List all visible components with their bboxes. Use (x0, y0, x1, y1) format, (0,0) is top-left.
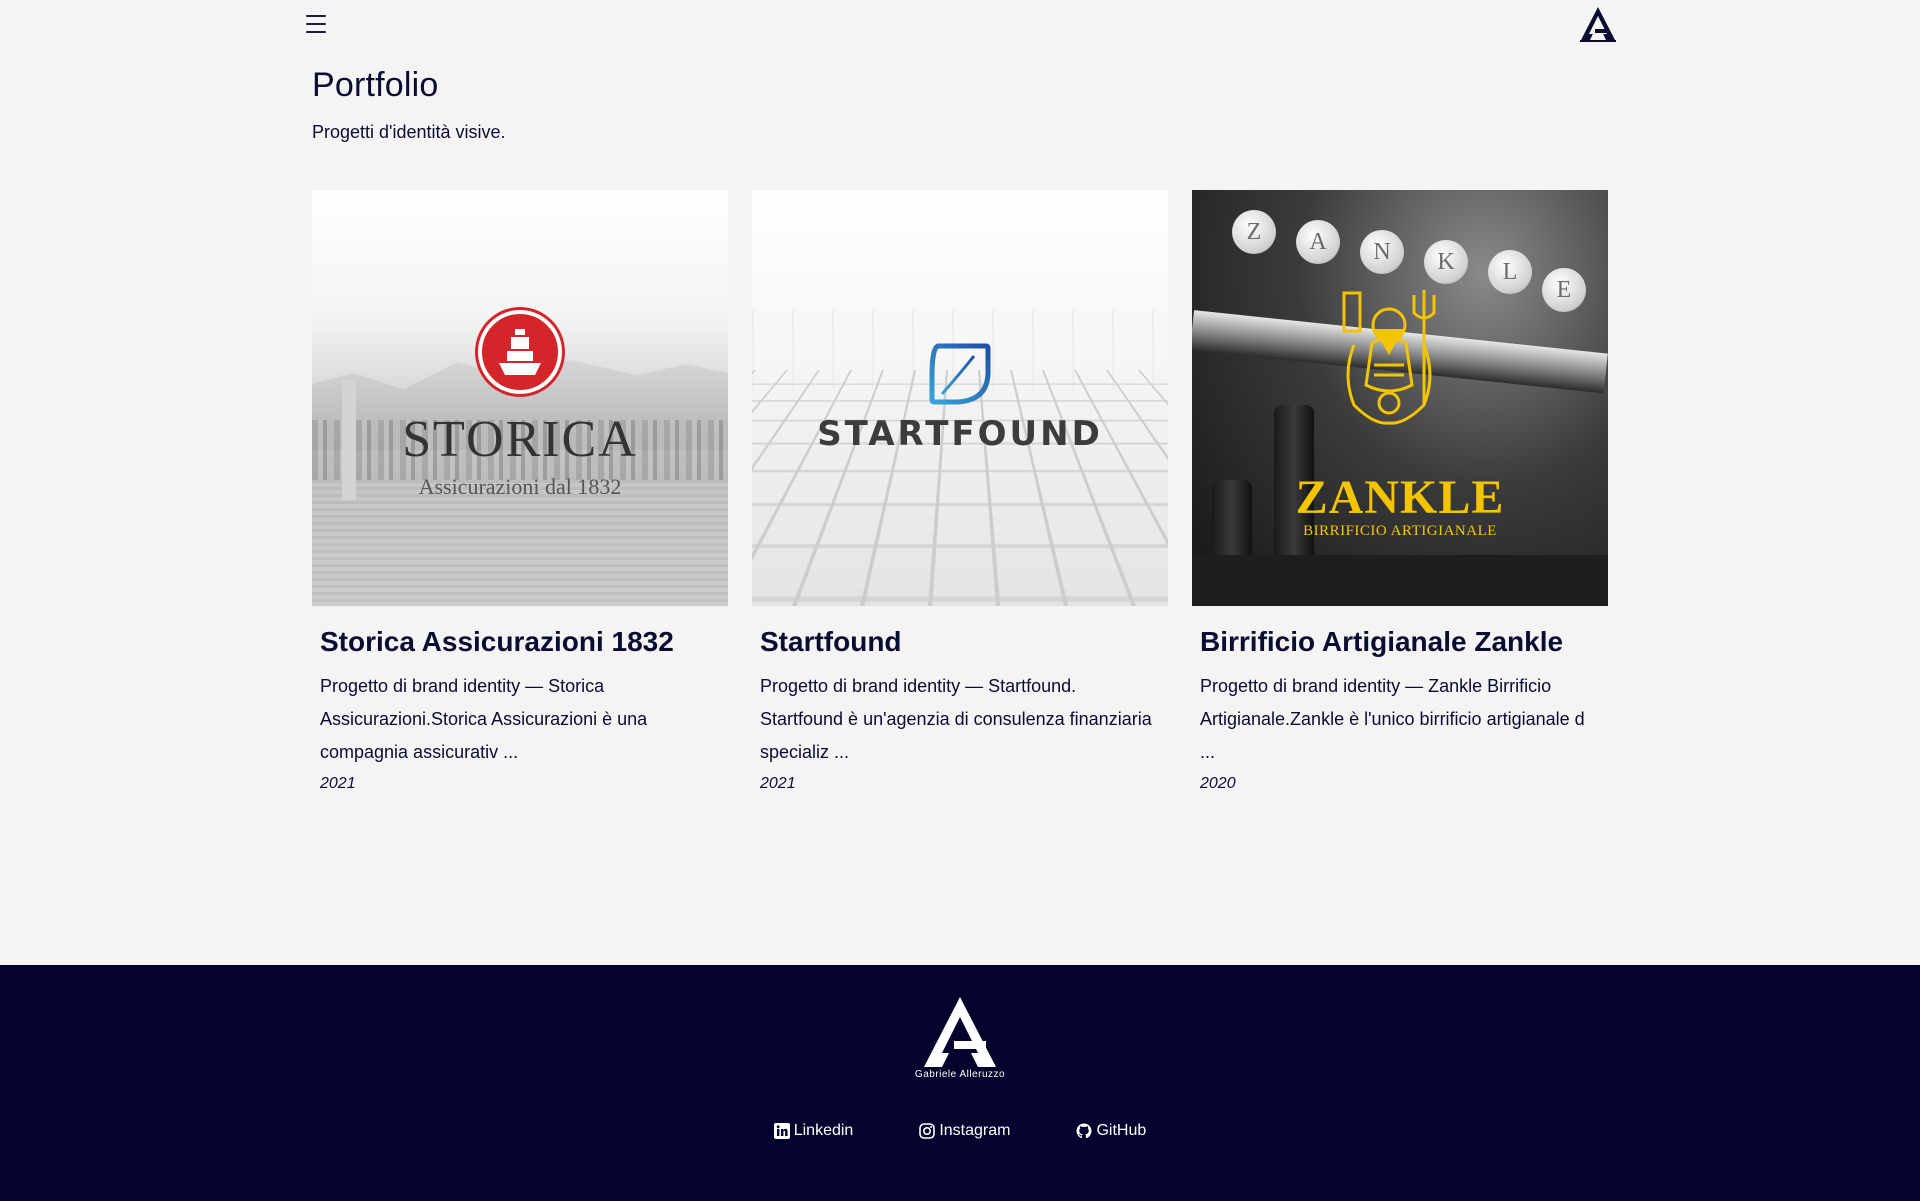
linkedin-icon (773, 1123, 790, 1139)
ship-emblem-icon (478, 310, 562, 394)
card-body: Storica Assicurazioni 1832 Progetto di b… (312, 606, 728, 793)
footer-brand: Gabriele Alleruzzo (914, 1069, 1006, 1080)
portfolio-grid: STORICA Assicurazioni dal 1832 Storica A… (312, 190, 1608, 793)
top-bar (0, 0, 1920, 50)
poseidon-emblem-icon (1342, 290, 1436, 425)
github-label: GitHub (1096, 1122, 1147, 1139)
card-body: Startfound Progetto di brand identity — … (752, 606, 1168, 793)
hamburger-menu-icon[interactable] (302, 12, 330, 36)
leaf-logo-icon (929, 343, 991, 405)
project-title[interactable]: Startfound (760, 626, 1160, 658)
page-subtitle: Progetti d'identità visive. (312, 122, 506, 142)
tap-handle: A (1296, 220, 1340, 264)
project-year: 2020 (1200, 775, 1236, 792)
footer: Gabriele Alleruzzo Linkedin Instagram Gi (0, 965, 1920, 1201)
tap-handle: E (1542, 268, 1586, 312)
project-title[interactable]: Birrificio Artigianale Zankle (1200, 626, 1600, 658)
tap-handle: L (1488, 250, 1532, 294)
project-card-startfound[interactable]: STARTFOUND Startfound Progetto di brand … (752, 190, 1168, 793)
github-icon (1076, 1123, 1092, 1139)
social-links: Linkedin Instagram GitHub (0, 1122, 1920, 1140)
instagram-link[interactable]: Instagram (919, 1122, 1010, 1140)
image-counter (1192, 555, 1608, 606)
instagram-icon (919, 1123, 936, 1139)
zankle-tagline: BIRRIFICIO ARTIGIANALE (1303, 523, 1497, 539)
project-card-storica[interactable]: STORICA Assicurazioni dal 1832 Storica A… (312, 190, 728, 793)
storica-tagline: Assicurazioni dal 1832 (418, 474, 622, 499)
project-image-startfound[interactable]: STARTFOUND (752, 190, 1168, 606)
ag-logo-icon[interactable] (1578, 4, 1618, 44)
instagram-label: Instagram (939, 1122, 1011, 1139)
project-year: 2021 (320, 775, 356, 792)
github-link[interactable]: GitHub (1076, 1122, 1146, 1140)
storica-wordmark: STORICA (402, 411, 638, 468)
tap-handle: K (1424, 240, 1468, 284)
project-description: Progetto di brand identity — Startfound.… (760, 676, 1152, 762)
project-image-zankle[interactable]: Z A N K L E ZANKLE BIRRIFICIO ARTIGIANAL… (1192, 190, 1608, 606)
page-title: Portfolio (312, 66, 439, 104)
linkedin-label: Linkedin (793, 1122, 854, 1139)
tap-handle: N (1360, 230, 1404, 274)
card-body: Birrificio Artigianale Zankle Progetto d… (1192, 606, 1608, 793)
linkedin-link[interactable]: Linkedin (773, 1122, 854, 1140)
project-image-storica[interactable]: STORICA Assicurazioni dal 1832 (312, 190, 728, 606)
startfound-wordmark: STARTFOUND (817, 414, 1103, 454)
tap-handle: Z (1232, 210, 1276, 254)
project-description: Progetto di brand identity — Zankle Birr… (1200, 676, 1585, 762)
ag-logo-icon[interactable] (912, 995, 1008, 1079)
project-card-zankle[interactable]: Z A N K L E ZANKLE BIRRIFICIO ARTIGIANAL… (1192, 190, 1608, 793)
zankle-wordmark: ZANKLE (1295, 471, 1505, 524)
project-description: Progetto di brand identity — Storica Ass… (320, 676, 648, 762)
project-title[interactable]: Storica Assicurazioni 1832 (320, 626, 720, 658)
project-year: 2021 (760, 775, 796, 792)
